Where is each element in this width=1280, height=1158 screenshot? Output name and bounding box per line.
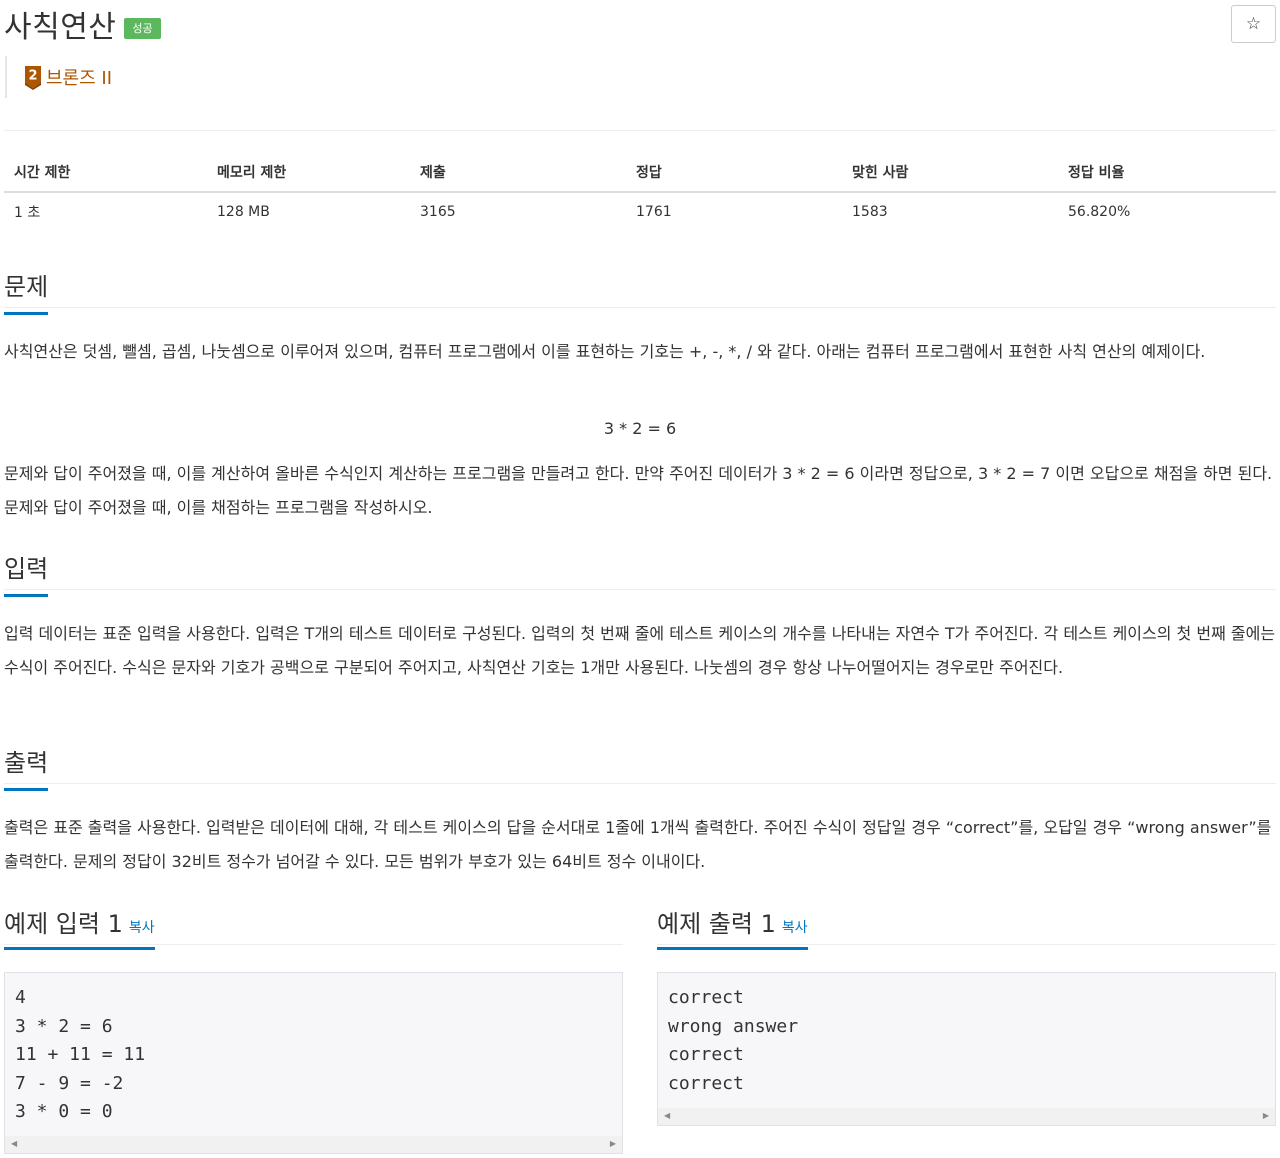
problem-equation: 3 * 2 = 6 — [0, 419, 1280, 438]
sample-output-text[interactable]: correct wrong answer correct correct — [658, 973, 1275, 1109]
divider — [4, 130, 1276, 131]
sample-output-title: 예제 출력 1 — [657, 910, 776, 938]
copy-output-button[interactable]: 복사 — [782, 920, 808, 936]
bronze-tier-icon: 2 — [23, 64, 43, 90]
sample-output-box[interactable]: correct wrong answer correct correct ◀ ▶ — [657, 972, 1276, 1126]
sample-input-title: 예제 입력 1 — [4, 910, 123, 938]
sample-input-text[interactable]: 4 3 * 2 = 6 11 + 11 = 11 7 - 9 = -2 3 * … — [5, 973, 622, 1138]
scroll-left-icon[interactable]: ◀ — [11, 1139, 17, 1148]
table-row: 1 초 128 MB 3165 1761 1583 56.820% — [4, 192, 1276, 230]
scroll-right-icon[interactable]: ▶ — [610, 1139, 616, 1148]
horizontal-scrollbar[interactable]: ◀ ▶ — [658, 1108, 1275, 1125]
tier-label[interactable]: 2 브론즈 II — [5, 56, 112, 98]
problem-description-2: 문제와 답이 주어졌을 때, 이를 계산하여 올바른 수식인지 계산하는 프로그… — [4, 457, 1278, 525]
divider — [4, 783, 1276, 784]
header-submissions: 제출 — [410, 152, 626, 192]
tier-name[interactable]: 브론즈 II — [46, 64, 112, 90]
problem-description: 사칙연산은 덧셈, 뺄셈, 곱셈, 나눗셈으로 이루어져 있으며, 컴퓨터 프로… — [4, 335, 1278, 369]
header-accepted: 정답 — [626, 152, 842, 192]
solved-users-value[interactable]: 1583 — [842, 192, 1058, 230]
divider — [657, 944, 1276, 945]
copy-input-button[interactable]: 복사 — [129, 920, 155, 936]
scroll-right-icon[interactable]: ▶ — [1263, 1111, 1269, 1120]
header-ratio: 정답 비율 — [1058, 152, 1276, 192]
divider — [4, 944, 623, 945]
time-limit-value: 1 초 — [4, 192, 207, 230]
scroll-left-icon[interactable]: ◀ — [664, 1111, 670, 1120]
header-time-limit: 시간 제한 — [4, 152, 207, 192]
divider — [4, 307, 1276, 308]
accepted-value[interactable]: 1761 — [626, 192, 842, 230]
page-title: 사칙연산 — [4, 2, 116, 46]
submissions-value[interactable]: 3165 — [410, 192, 626, 230]
input-description: 입력 데이터는 표준 입력을 사용한다. 입력은 T개의 테스트 데이터로 구성… — [4, 617, 1278, 685]
divider — [4, 589, 1276, 590]
problem-header: 사칙연산 성공 — [4, 2, 161, 46]
output-description: 출력은 표준 출력을 사용한다. 입력받은 데이터에 대해, 각 테스트 케이스… — [4, 811, 1278, 879]
memory-limit-value: 128 MB — [207, 192, 410, 230]
header-memory-limit: 메모리 제한 — [207, 152, 410, 192]
star-icon: ☆ — [1246, 14, 1261, 34]
favorite-button[interactable]: ☆ — [1231, 5, 1276, 43]
status-badge: 성공 — [124, 18, 160, 39]
problem-info-table: 시간 제한 메모리 제한 제출 정답 맞힌 사람 정답 비율 1 초 128 M… — [4, 152, 1276, 230]
svg-text:2: 2 — [28, 69, 37, 84]
table-header-row: 시간 제한 메모리 제한 제출 정답 맞힌 사람 정답 비율 — [4, 152, 1276, 192]
sample-input-box[interactable]: 4 3 * 2 = 6 11 + 11 = 11 7 - 9 = -2 3 * … — [4, 972, 623, 1154]
header-solved-users: 맞힌 사람 — [842, 152, 1058, 192]
horizontal-scrollbar[interactable]: ◀ ▶ — [5, 1136, 622, 1153]
ratio-value: 56.820% — [1058, 192, 1276, 230]
